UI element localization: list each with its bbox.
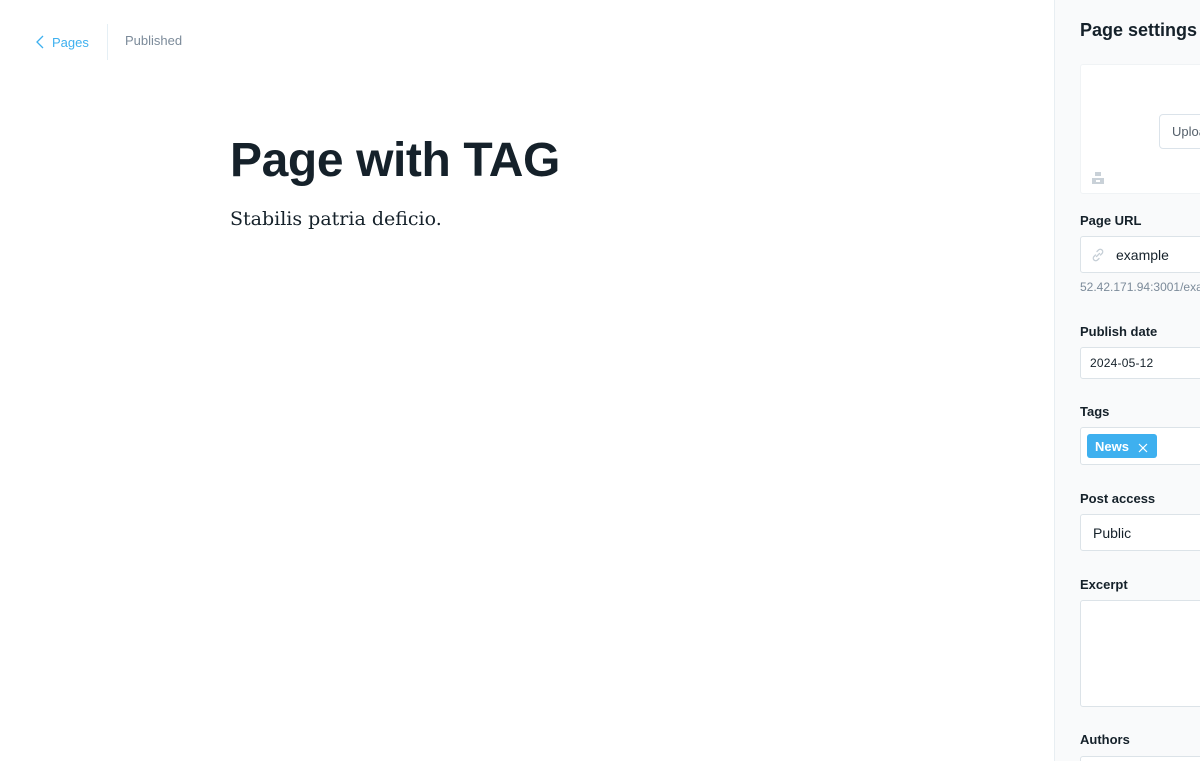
chevron-left-icon (34, 32, 48, 52)
post-access-value: Public (1093, 525, 1132, 541)
tag-chip[interactable]: News (1087, 434, 1157, 458)
unsplash-icon[interactable] (1091, 171, 1105, 185)
settings-panel: Page settings Upload Page URL example 52… (1054, 0, 1200, 761)
editor-area: Page with TAG Stabilis patria deficio. (230, 130, 1010, 234)
publish-date-field[interactable]: 2024-05-12 (1080, 347, 1200, 379)
post-access-label: Post access (1080, 491, 1156, 506)
tag-chip-label: News (1095, 438, 1129, 454)
excerpt-textarea[interactable] (1080, 600, 1200, 707)
editor-top-bar: Pages Published (0, 0, 1054, 84)
page-url-field[interactable]: example (1080, 236, 1200, 273)
excerpt-label: Excerpt (1080, 577, 1128, 592)
page-url-preview: 52.42.171.94:3001/example/ (1080, 280, 1200, 294)
settings-panel-title: Page settings (1080, 20, 1198, 40)
publish-status: Published (125, 33, 183, 48)
publish-date-value: 2024-05-12 (1090, 356, 1154, 370)
post-access-select[interactable]: Public (1080, 514, 1200, 551)
link-icon (1090, 247, 1106, 263)
tags-field[interactable]: News (1080, 427, 1200, 465)
page-body-text[interactable]: Stabilis patria deficio. (230, 204, 1010, 234)
upload-image-button[interactable]: Upload (1159, 114, 1200, 149)
publish-date-label: Publish date (1080, 324, 1158, 339)
feature-image-uploader[interactable]: Upload (1080, 64, 1200, 194)
page-title[interactable]: Page with TAG (230, 130, 1010, 192)
back-to-pages-link[interactable]: Pages (34, 32, 89, 52)
page-url-value: example (1116, 247, 1169, 263)
back-link-label: Pages (52, 34, 89, 50)
authors-field[interactable] (1080, 756, 1200, 761)
close-icon[interactable] (1138, 441, 1148, 453)
nav-divider (107, 24, 108, 60)
page-url-label: Page URL (1080, 213, 1142, 228)
authors-label: Authors (1080, 732, 1130, 747)
tags-label: Tags (1080, 404, 1110, 419)
